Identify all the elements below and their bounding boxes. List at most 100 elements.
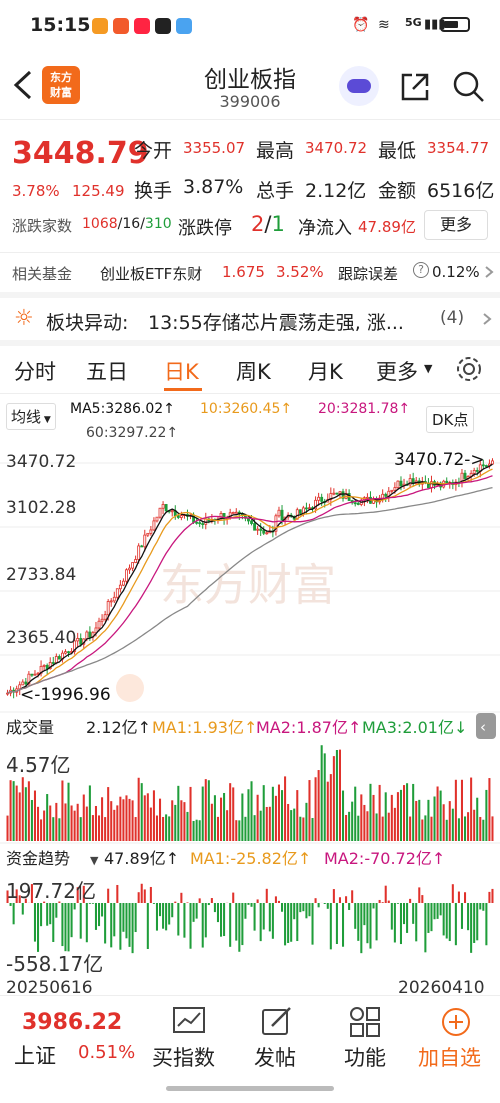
- volume-bar: [155, 815, 158, 841]
- candle: [491, 460, 494, 465]
- photo-app-icon: [176, 18, 192, 34]
- volume-bar: [491, 816, 494, 841]
- assistant-robot-icon[interactable]: [339, 66, 379, 106]
- fund-flow-bar: [335, 903, 338, 945]
- tab-daily-k[interactable]: 日K: [164, 356, 199, 386]
- tab-intraday[interactable]: 分时: [14, 356, 56, 386]
- candle: [122, 580, 125, 586]
- volume-bar: [448, 801, 451, 841]
- candle: [45, 664, 49, 670]
- candle: [24, 681, 28, 685]
- volume-bar: [305, 802, 308, 841]
- volume-bar: [180, 800, 183, 841]
- sector-alert-row[interactable]: ☼ 板块异动: 13:55存储芯片震荡走强, 涨... (4): [0, 298, 500, 340]
- candle: [155, 516, 159, 522]
- volume-bar: [143, 795, 146, 841]
- ma-selector[interactable]: 均线 ▼: [6, 403, 56, 430]
- info-icon[interactable]: ?: [413, 262, 429, 278]
- search-icon[interactable]: [452, 70, 486, 104]
- y-axis-label-3: 2733.84: [6, 565, 76, 585]
- tab-more[interactable]: 更多: [376, 356, 418, 386]
- settings-gear-icon[interactable]: [454, 354, 484, 384]
- kline-chart[interactable]: 东方财富 3470.72 3102.28 2733.84 2365.40 347…: [0, 445, 500, 995]
- chevron-right-icon: [485, 266, 494, 278]
- tab-weekly-k[interactable]: 周K: [236, 356, 271, 386]
- fund-flow-label[interactable]: 资金趋势: [6, 849, 70, 868]
- collapse-arrow-icon[interactable]: [476, 713, 496, 739]
- candle: [381, 493, 385, 499]
- home-indicator: [166, 1086, 334, 1091]
- volume-bar: [134, 817, 137, 841]
- back-icon[interactable]: [10, 68, 34, 102]
- candle: [298, 509, 302, 514]
- amount-label: 金额: [378, 180, 417, 202]
- volume-label[interactable]: 成交量: [6, 718, 54, 737]
- tracking-label: 跟踪误差: [338, 265, 399, 283]
- fund-name: 创业板ETF东财: [100, 265, 203, 283]
- index-ticker[interactable]: 3986.22 上证 0.51%: [0, 996, 140, 1076]
- bulb-icon: ☼: [14, 306, 34, 331]
- candle: [332, 492, 336, 495]
- fund-flow-bar: [55, 903, 58, 918]
- fund-flow-bar: [116, 884, 119, 903]
- tab-five-day[interactable]: 五日: [86, 356, 128, 386]
- fund-flow-bar: [457, 891, 460, 903]
- dk-point-toggle[interactable]: DK点: [426, 406, 475, 433]
- fund-flow-bar: [125, 903, 128, 939]
- fund-flow-bar: [421, 895, 424, 903]
- add-watchlist-button[interactable]: 加自选: [412, 1002, 496, 1076]
- more-button[interactable]: 更多: [424, 210, 488, 240]
- fund-flow-bar: [314, 898, 317, 903]
- candle: [445, 480, 449, 484]
- candle: [103, 614, 107, 620]
- fund-flow-bar: [381, 902, 384, 903]
- volume-bar: [314, 777, 317, 841]
- related-fund-row[interactable]: 相关基金 创业板ETF东财 1.675 3.52% 跟踪误差 ? 0.12%: [0, 253, 500, 291]
- fund-flow-bar: [149, 886, 152, 903]
- fund-flow-ma1: MA1:-25.82亿↑: [190, 849, 311, 868]
- tab-monthly-k[interactable]: 月K: [308, 356, 343, 386]
- volume-bar: [226, 810, 229, 841]
- expand-icon[interactable]: [116, 674, 144, 702]
- fund-flow-bar: [448, 903, 451, 942]
- fund-flow-bar: [137, 892, 140, 903]
- fund-flow-bar: [476, 903, 479, 941]
- fund-flow-bar: [180, 892, 183, 903]
- buy-index-label: 买指数: [152, 1046, 215, 1070]
- tracking-value: 0.12%: [432, 263, 480, 281]
- volume-bar: [451, 808, 454, 841]
- volume-bar: [436, 786, 439, 841]
- post-button[interactable]: 发帖: [242, 1002, 312, 1076]
- volume-bar: [146, 793, 149, 841]
- volume-bar: [348, 811, 351, 841]
- volume-ma2: MA2:1.87亿↑: [256, 718, 361, 737]
- volume-bar: [24, 787, 27, 841]
- volume-bar: [98, 815, 101, 841]
- logo-line-1: 东方: [50, 71, 72, 84]
- candle: [335, 492, 339, 495]
- fund-flow-bar: [345, 896, 348, 903]
- chart-trend-icon: [173, 1007, 205, 1033]
- volume-bar: [244, 816, 247, 841]
- candle: [198, 522, 202, 525]
- fund-flow-bar: [491, 888, 494, 903]
- volume-bar: [137, 777, 140, 841]
- fund-flow-bar: [369, 903, 372, 949]
- candle: [256, 528, 260, 531]
- volume-bar: [125, 795, 128, 841]
- fund-flow-bar: [64, 903, 67, 952]
- candle: [149, 529, 153, 534]
- fund-flow-bar: [162, 903, 165, 929]
- fund-flow-bar: [12, 903, 15, 925]
- volume-bar: [165, 814, 168, 841]
- volume-bar: [442, 804, 445, 841]
- candle: [125, 569, 128, 582]
- fund-flow-bar: [52, 903, 55, 942]
- volume-bar: [183, 802, 186, 841]
- fund-flow-bar: [250, 903, 253, 907]
- fund-flow-bar: [256, 899, 259, 903]
- share-icon[interactable]: [398, 70, 432, 104]
- fund-flow-ma2: MA2:-70.72亿↑: [324, 849, 445, 868]
- functions-button[interactable]: 功能: [330, 1002, 400, 1076]
- buy-index-button[interactable]: 买指数: [150, 1002, 230, 1076]
